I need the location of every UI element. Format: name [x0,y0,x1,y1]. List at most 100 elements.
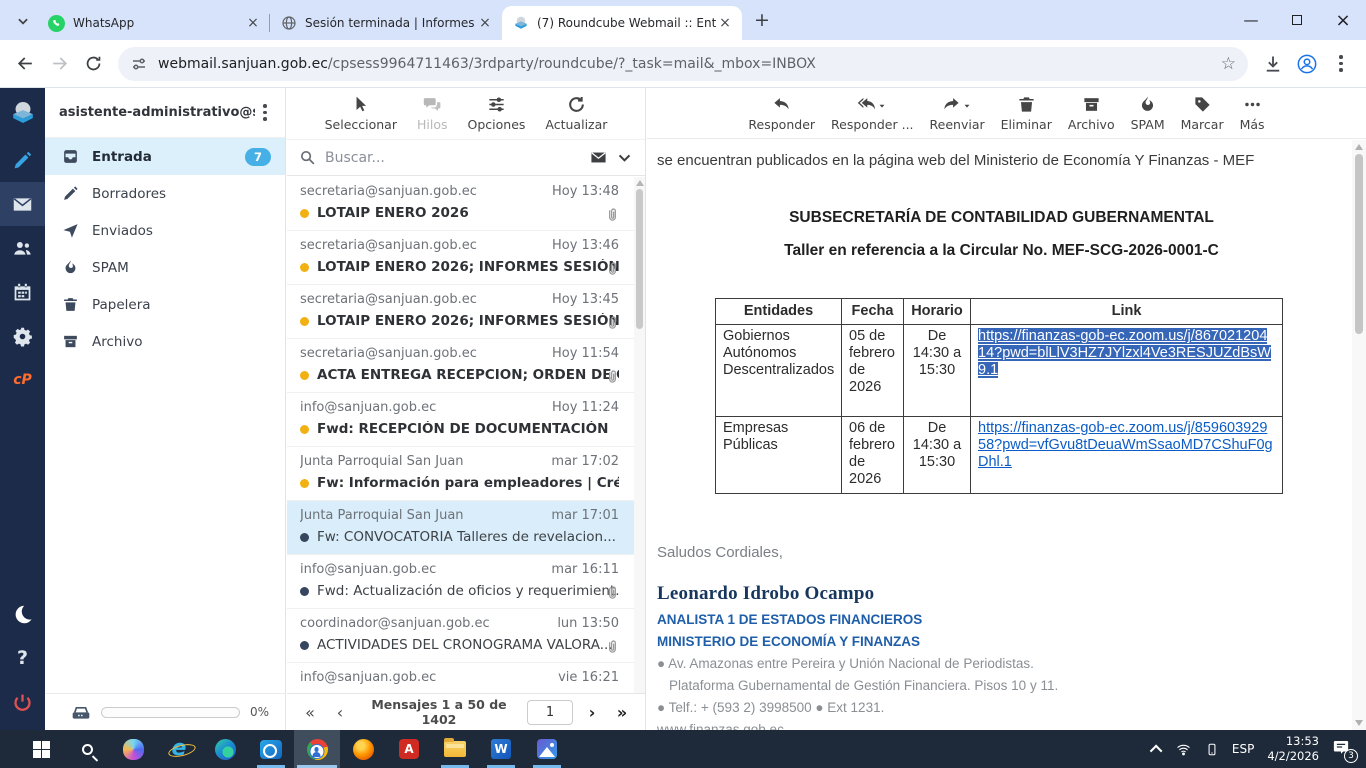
sidebar-item-papelera[interactable]: Papelera [45,286,285,323]
archivo-button[interactable]: Archivo [1068,95,1115,132]
search-options-chevron-icon[interactable] [616,149,633,166]
seleccionar-button[interactable]: Seleccionar [325,95,397,132]
responder-button[interactable]: Responder [748,95,815,132]
marcar-button[interactable]: Marcar [1181,95,1224,132]
taskbar-outlook-button[interactable] [248,730,294,768]
list-scrollbar-thumb[interactable] [636,189,643,329]
tab-close-button[interactable]: × [716,14,734,32]
browser-tab[interactable]: (7) Roundcube Webmail :: Entra× [502,6,742,40]
sidebar-item-spam[interactable]: SPAM [45,249,285,286]
sidebar-item-borradores[interactable]: Borradores [45,175,285,212]
forward-button[interactable] [42,47,76,81]
message-list-item[interactable]: info@sanjuan.gob.ecmar 16:11Fwd: Actuali… [287,555,645,609]
rail-calendar-button[interactable] [0,270,45,314]
reenviar-button[interactable]: Reenviar [930,95,985,132]
taskbar-chrome-button[interactable] [294,730,340,768]
actualizar-button[interactable]: Actualizar [545,95,607,132]
notification-center-button[interactable]: 3 [1332,738,1354,760]
taskbar-ie-button[interactable]: e [156,730,202,768]
search-scope-mail-icon[interactable] [590,149,607,166]
message-status-dot[interactable] [300,371,309,380]
más-button[interactable]: Más [1240,95,1265,132]
taskbar-edge-button[interactable] [202,730,248,768]
window-restore-button[interactable] [1274,0,1320,40]
eliminar-button[interactable]: Eliminar [1001,95,1052,132]
zoom-meeting-link[interactable]: https://finanzas-gob-ec.zoom.us/j/867021… [978,328,1271,378]
tab-close-button[interactable]: × [244,14,262,32]
rail-mail-button[interactable] [0,182,45,226]
window-minimize-button[interactable]: — [1228,0,1274,40]
phone-link-icon[interactable] [1205,741,1219,758]
taskbar-copilot-button[interactable] [110,730,156,768]
message-status-dot[interactable] [300,533,309,542]
message-list-item[interactable]: Junta Parroquial San Juanmar 17:01Fw: CO… [287,501,645,555]
message-list-item[interactable]: secretaria@sanjuan.gob.ecHoy 13:46LOTAIP… [287,231,645,285]
taskbar-explorer-button[interactable] [432,730,478,768]
taskbar-acrobat-button[interactable]: A [386,730,432,768]
list-scrollbar[interactable] [634,177,645,693]
tray-expand-icon[interactable] [1150,744,1163,757]
sidebar-item-archivo[interactable]: Archivo [45,323,285,360]
taskbar-firefox-button[interactable] [340,730,386,768]
dark-mode-button[interactable] [0,592,45,636]
sidebar-item-entrada[interactable]: Entrada7 [45,138,285,175]
prev-page-button[interactable]: ‹ [329,703,351,722]
message-status-dot[interactable] [300,587,309,596]
message-list-item[interactable]: secretaria@sanjuan.gob.ecHoy 13:48LOTAIP… [287,177,645,231]
taskbar-photos-button[interactable] [524,730,570,768]
message-list-item[interactable]: secretaria@sanjuan.gob.ecHoy 11:54ACTA E… [287,339,645,393]
browser-menu-button[interactable] [1324,55,1358,72]
help-button[interactable]: ? [0,636,45,680]
search-input[interactable] [325,150,581,166]
message-status-dot[interactable] [300,317,309,326]
reader-scrollbar-thumb[interactable] [1355,154,1363,334]
tab-search-button[interactable] [8,6,38,36]
message-status-dot[interactable] [300,479,309,488]
dropdown-caret-icon[interactable] [962,99,972,114]
tab-close-button[interactable]: × [476,14,494,32]
spam-button[interactable]: SPAM [1131,95,1165,132]
profile-avatar[interactable] [1290,47,1324,81]
bookmark-star-icon[interactable]: ☆ [1221,54,1236,74]
downloads-button[interactable] [1256,47,1290,81]
zoom-meeting-link[interactable]: https://finanzas-gob-ec.zoom.us/j/859603… [978,420,1273,470]
message-list-item[interactable]: secretaria@sanjuan.gob.ecHoy 13:45LOTAIP… [287,285,645,339]
window-close-button[interactable]: × [1320,0,1366,40]
clock[interactable]: 13:53 4/2/2026 [1267,734,1319,764]
site-settings-icon[interactable] [130,55,148,73]
logout-button[interactable] [0,680,45,724]
language-indicator[interactable]: ESP [1232,742,1254,756]
rail-settings-button[interactable] [0,314,45,358]
message-list-item[interactable]: info@sanjuan.gob.ecHoy 11:24Fwd: RECEPCI… [287,393,645,447]
new-tab-button[interactable]: + [748,6,776,34]
message-status-dot[interactable] [300,425,309,434]
message-list-item[interactable]: coordinador@sanjuan.gob.eclun 13:50ACTIV… [287,609,645,663]
message-status-dot[interactable] [300,263,309,272]
reload-button[interactable] [76,47,110,81]
taskbar-start-button[interactable] [18,730,64,768]
back-button[interactable] [8,47,42,81]
taskbar-search-button[interactable] [64,730,110,768]
dropdown-caret-icon[interactable] [877,99,887,114]
message-status-dot[interactable] [300,641,309,650]
reader-scrollbar[interactable] [1352,140,1366,730]
message-list-item[interactable]: info@sanjuan.gob.ecvie 16:21 [287,663,645,693]
next-page-button[interactable]: › [581,703,603,722]
compose-button[interactable] [0,138,45,182]
opciones-button[interactable]: Opciones [468,95,526,132]
wifi-icon[interactable] [1175,742,1192,757]
browser-tab[interactable]: WhatsApp× [38,6,270,40]
folder-menu-button[interactable] [255,104,275,121]
rail-contacts-button[interactable] [0,226,45,270]
message-status-dot[interactable] [300,209,309,218]
address-bar[interactable]: webmail.sanjuan.gob.ec/cpsess9964711463/… [118,47,1248,81]
responder-button[interactable]: Responder ... [831,95,914,132]
message-list-item[interactable]: Junta Parroquial San Juanmar 17:02Fw: In… [287,447,645,501]
first-page-button[interactable]: « [299,703,321,722]
last-page-button[interactable]: » [611,703,633,722]
sidebar-item-enviados[interactable]: Enviados [45,212,285,249]
browser-tab[interactable]: Sesión terminada | Informes Me× [270,6,502,40]
page-number-input[interactable] [527,700,573,725]
taskbar-word-button[interactable]: W [478,730,524,768]
cpanel-button[interactable]: cP [0,358,45,402]
